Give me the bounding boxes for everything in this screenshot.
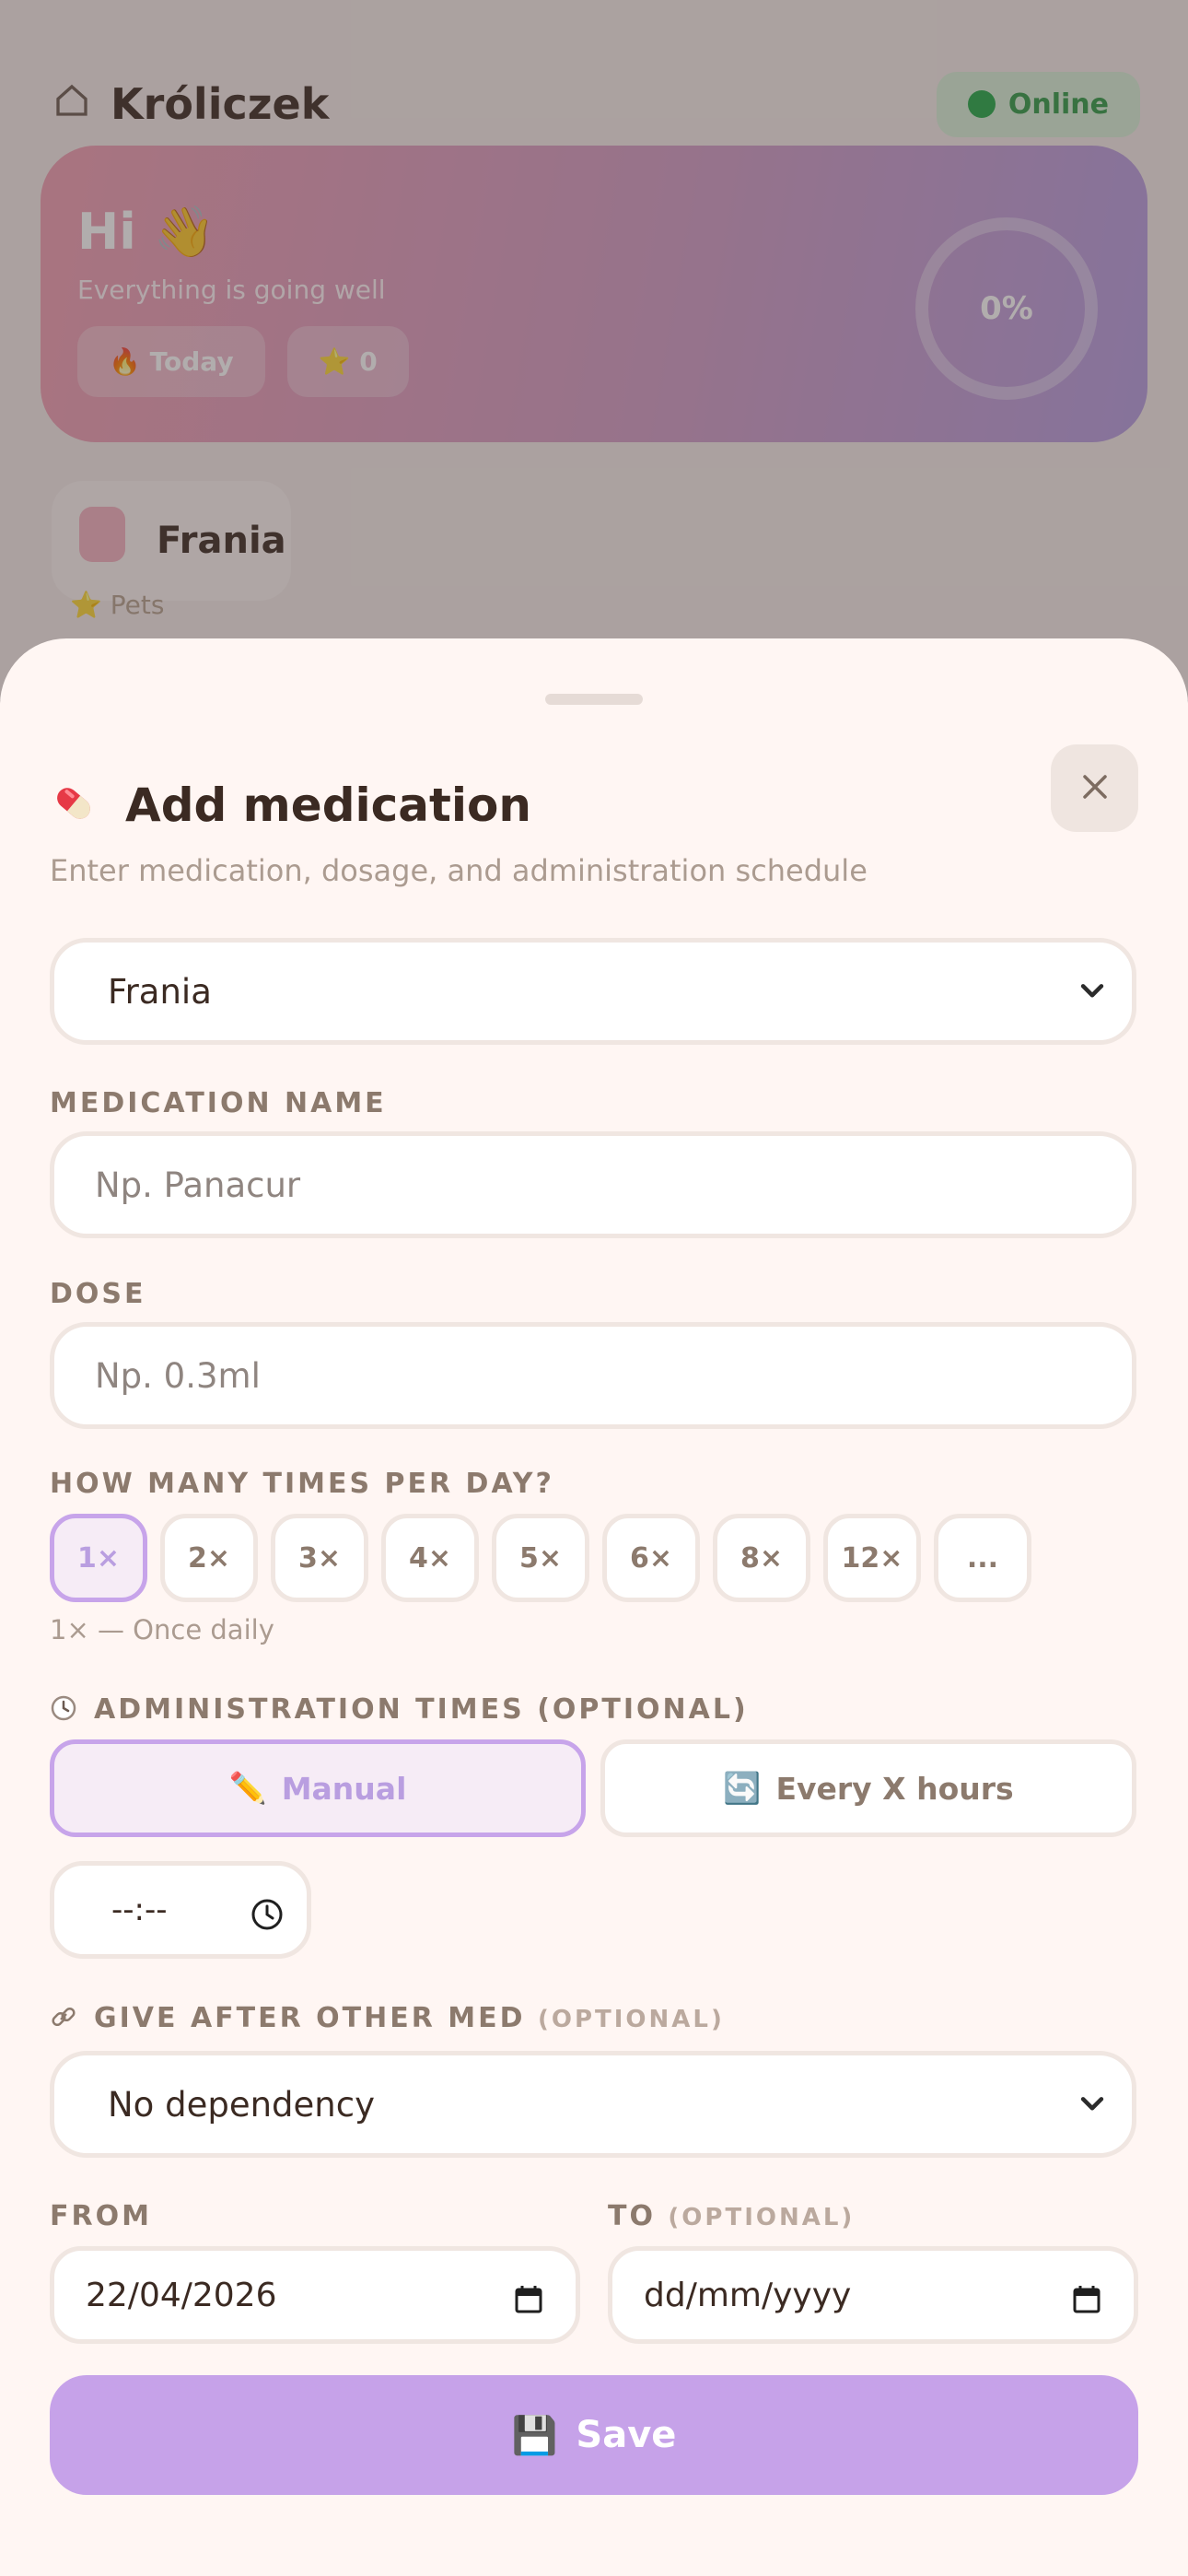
frequency-option-8x[interactable]: 8× <box>713 1514 810 1602</box>
dependency-value: No dependency <box>108 2084 375 2125</box>
pill-icon <box>50 779 98 831</box>
pencil-icon: ✏️ <box>228 1770 267 1806</box>
medication-name-input[interactable]: Np. Panacur <box>50 1131 1136 1238</box>
floppy-disk-icon: 💾 <box>511 2414 558 2457</box>
frequency-option-12x[interactable]: 12× <box>823 1514 921 1602</box>
from-label: FROM <box>50 2200 152 2232</box>
dose-input[interactable]: Np. 0.3ml <box>50 1322 1136 1429</box>
admin-times-label: ADMINISTRATION TIMES (OPTIONAL) <box>50 1693 749 1726</box>
pet-select[interactable]: Frania <box>50 938 1136 1045</box>
frequency-option-6x[interactable]: 6× <box>602 1514 700 1602</box>
frequency-option-more[interactable]: ... <box>934 1514 1031 1602</box>
admin-time-modes: ✏️ Manual 🔄 Every X hours <box>50 1739 1136 1837</box>
from-date-input[interactable]: 22/04/2026 <box>50 2246 580 2344</box>
mode-manual-label: Manual <box>281 1770 407 1807</box>
medication-name-label: MEDICATION NAME <box>50 1087 387 1119</box>
time-value: --:-- <box>111 1891 168 1928</box>
frequency-option-1x[interactable]: 1× <box>50 1514 147 1602</box>
frequency-option-4x[interactable]: 4× <box>381 1514 479 1602</box>
frequency-options: 1× 2× 3× 4× 5× 6× 8× 12× ... <box>50 1514 1031 1602</box>
sheet-subtitle: Enter medication, dosage, and administra… <box>50 853 868 888</box>
chevron-down-icon <box>1080 984 1104 998</box>
clock-icon <box>50 1694 77 1725</box>
close-icon <box>1079 771 1111 806</box>
medication-name-placeholder: Np. Panacur <box>95 1165 301 1205</box>
sheet-header: Add medication <box>50 764 531 847</box>
frequency-option-2x[interactable]: 2× <box>160 1514 258 1602</box>
frequency-label: HOW MANY TIMES PER DAY? <box>50 1468 554 1500</box>
mode-interval-button[interactable]: 🔄 Every X hours <box>600 1739 1136 1837</box>
to-date-placeholder: dd/mm/yyyy <box>644 2276 852 2314</box>
frequency-hint: 1× — Once daily <box>50 1614 274 1645</box>
repeat-icon: 🔄 <box>723 1770 762 1806</box>
frequency-option-5x[interactable]: 5× <box>492 1514 589 1602</box>
clock-picker-icon[interactable] <box>250 1897 285 1932</box>
time-input[interactable]: --:-- <box>50 1861 311 1959</box>
sheet-grabber[interactable] <box>545 694 643 705</box>
dependency-label: GIVE AFTER OTHER MED (OPTIONAL) <box>50 2002 725 2034</box>
close-button[interactable] <box>1051 744 1138 832</box>
dose-placeholder: Np. 0.3ml <box>95 1355 261 1396</box>
sheet-title: Add medication <box>125 779 531 832</box>
link-icon <box>50 2003 77 2033</box>
from-date-value: 22/04/2026 <box>86 2276 277 2314</box>
frequency-option-3x[interactable]: 3× <box>271 1514 368 1602</box>
dependency-select[interactable]: No dependency <box>50 2051 1136 2158</box>
calendar-icon[interactable] <box>513 2284 544 2315</box>
to-label: TO (OPTIONAL) <box>608 2200 856 2232</box>
mode-interval-label: Every X hours <box>775 1770 1014 1807</box>
chevron-down-icon <box>1080 2097 1104 2111</box>
mode-manual-button[interactable]: ✏️ Manual <box>50 1739 586 1837</box>
to-date-input[interactable]: dd/mm/yyyy <box>608 2246 1138 2344</box>
save-button[interactable]: 💾 Save <box>50 2375 1138 2495</box>
calendar-icon[interactable] <box>1071 2284 1102 2315</box>
pet-select-value: Frania <box>108 971 212 1012</box>
save-button-label: Save <box>576 2414 677 2456</box>
dose-label: DOSE <box>50 1278 146 1310</box>
add-medication-sheet: Add medication Enter medication, dosage,… <box>0 638 1188 2576</box>
